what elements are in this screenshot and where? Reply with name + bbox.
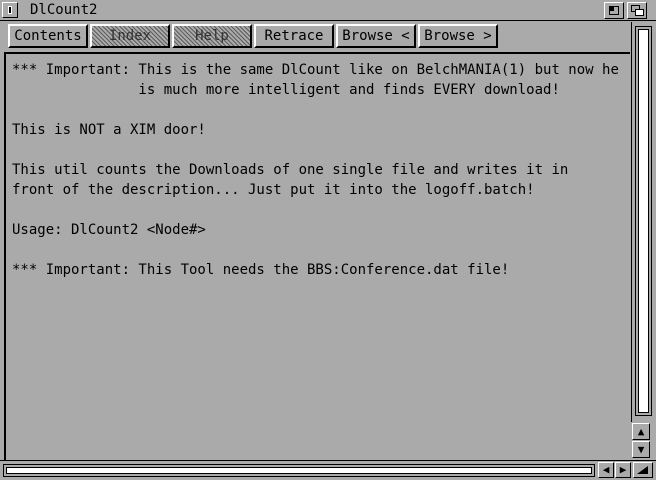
index-button[interactable]: Index bbox=[90, 24, 170, 48]
zoom-icon[interactable] bbox=[604, 2, 624, 19]
content-line: This util counts the Downloads of one si… bbox=[12, 162, 569, 178]
content-line: front of the description... Just put it … bbox=[12, 182, 535, 198]
amigaguide-window: DlCount2 Contents Index Help Retrace Bro… bbox=[0, 0, 656, 480]
vertical-scroll-knob[interactable] bbox=[638, 29, 649, 413]
scroll-up-icon[interactable]: ▲ bbox=[632, 423, 650, 440]
content-line: *** Important: This Tool needs the BBS:C… bbox=[12, 262, 510, 278]
help-button[interactable]: Help bbox=[172, 24, 252, 48]
document-content: *** Important: This is the same DlCount … bbox=[4, 52, 630, 460]
scroll-right-icon[interactable]: ▶ bbox=[615, 462, 631, 478]
horizontal-scroll-track[interactable] bbox=[3, 464, 595, 477]
browse-next-button[interactable]: Browse > bbox=[418, 24, 498, 48]
window-title: DlCount2 bbox=[30, 2, 98, 18]
content-line: Usage: DlCount2 <Node#> bbox=[12, 222, 206, 238]
horizontal-scrollbar[interactable] bbox=[0, 460, 656, 480]
scroll-left-icon[interactable]: ◀ bbox=[598, 462, 614, 478]
close-icon[interactable] bbox=[2, 2, 18, 18]
content-line: This is NOT a XIM door! bbox=[12, 122, 206, 138]
contents-button[interactable]: Contents bbox=[8, 24, 88, 48]
vertical-scroll-track[interactable] bbox=[635, 26, 652, 416]
content-line: is much more intelligent and finds EVERY… bbox=[12, 82, 560, 98]
horizontal-scroll-knob[interactable] bbox=[6, 467, 592, 474]
content-line: *** Important: This is the same DlCount … bbox=[12, 62, 619, 78]
browse-prev-button[interactable]: Browse < bbox=[336, 24, 416, 48]
resize-icon[interactable] bbox=[633, 462, 653, 478]
depth-icon[interactable] bbox=[627, 2, 647, 19]
retrace-button[interactable]: Retrace bbox=[254, 24, 334, 48]
vertical-scrollbar[interactable] bbox=[631, 22, 656, 422]
scroll-down-icon[interactable]: ▼ bbox=[632, 441, 650, 458]
title-bar[interactable]: DlCount2 bbox=[0, 0, 656, 21]
